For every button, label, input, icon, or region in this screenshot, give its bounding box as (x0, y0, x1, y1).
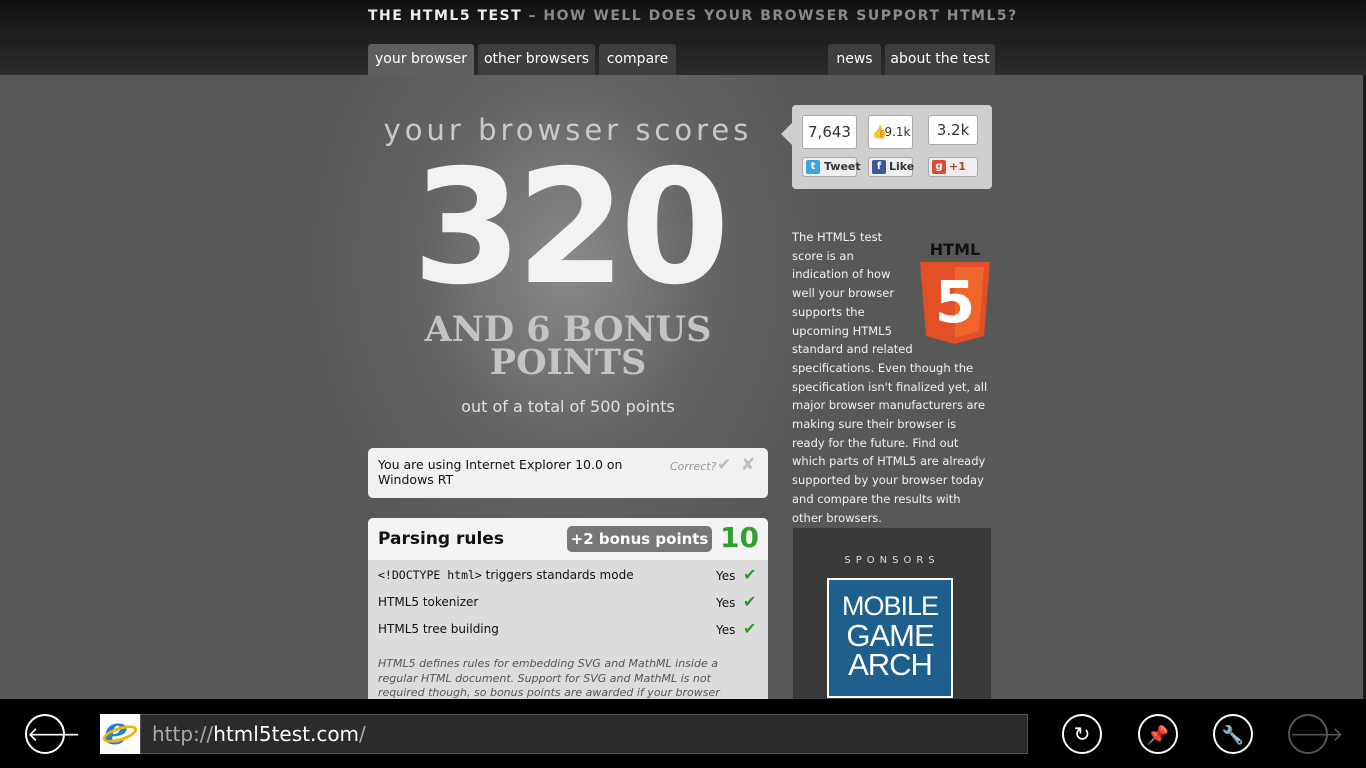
facebook-icon: f (872, 160, 886, 174)
url-prefix: http:// (152, 722, 214, 746)
social-box-arrow (781, 123, 792, 145)
social-share-box: 7,643 t Tweet 👍 9.1k f Like 3.2k g +1 (792, 105, 992, 189)
bonus-points-text: AND 6 BONUS POINTS (408, 312, 728, 383)
like-button[interactable]: f Like (868, 157, 915, 177)
check-icon: ✔ (743, 592, 757, 611)
bonus-line-2: POINTS (489, 342, 647, 383)
tab-news[interactable]: news (828, 44, 881, 75)
refresh-icon: ↻ (1073, 722, 1091, 746)
parsing-rules-header: Parsing rules +2 bonus points 10 (368, 518, 768, 560)
html5-logo-icon: HTML 5 (920, 240, 990, 344)
like-count: 👍 9.1k (868, 115, 913, 149)
table-row: HTML5 tree building Yes ✔ (368, 616, 768, 643)
feature-result: Yes (716, 569, 736, 583)
feature-name: <!DOCTYPE html> triggers standards mode (378, 568, 634, 582)
correct-label: Correct? (670, 460, 717, 473)
tweet-count: 7,643 (802, 115, 857, 149)
user-agent-text: You are using Internet Explorer 10.0 on … (378, 457, 623, 487)
parsing-rules-section: Parsing rules +2 bonus points 10 <!DOCTY… (368, 518, 768, 699)
site-title[interactable]: THE HTML5 TEST – HOW WELL DOES YOUR BROW… (368, 8, 1018, 24)
tweet-label: Tweet (824, 160, 861, 173)
feature-text: triggers standards mode (481, 568, 634, 582)
tab-compare[interactable]: compare (599, 44, 676, 75)
check-icon: ✔ (743, 565, 757, 584)
table-row: HTML5 tokenizer Yes ✔ (368, 589, 768, 616)
feature-name: HTML5 tokenizer (378, 595, 479, 609)
page-content: your browser scores 320 AND 6 BONUS POIN… (0, 75, 1366, 699)
parsing-score: 10 (720, 521, 759, 554)
sponsor-ad[interactable]: MOBILE GAME ARCH (827, 578, 953, 698)
tools-icon: 🔧 (1221, 725, 1245, 746)
back-button[interactable]: 🡐 (25, 714, 81, 754)
feature-result: Yes (716, 596, 736, 610)
plus-one-count: 3.2k (928, 115, 978, 145)
twitter-icon: t (806, 160, 820, 174)
refresh-button[interactable]: ↻ (1062, 714, 1102, 754)
thumbs-up-icon: 👍 (872, 125, 887, 139)
checkmark-icon[interactable]: ✔ (717, 455, 731, 475)
table-row: <!DOCTYPE html> triggers standards mode … (368, 562, 768, 589)
site-title-subtitle: – HOW WELL DOES YOUR BROWSER SUPPORT HTM… (528, 8, 1018, 24)
html5-logo-number: 5 (935, 268, 975, 336)
tab-your-browser[interactable]: your browser (368, 44, 474, 75)
sponsors-title: SPONSORS (844, 555, 940, 566)
tab-about-the-test[interactable]: about the test (885, 44, 995, 75)
feature-code: <!DOCTYPE html> (378, 568, 482, 582)
tweet-button[interactable]: t Tweet (802, 157, 861, 177)
pin-button[interactable]: 📌 (1138, 714, 1178, 754)
parsing-note: HTML5 defines rules for embedding SVG an… (378, 657, 720, 699)
site-header: THE HTML5 TEST – HOW WELL DOES YOUR BROW… (0, 0, 1366, 75)
forward-button[interactable]: 🡒 (1288, 714, 1344, 754)
pin-icon: 📌 (1146, 725, 1170, 746)
browser-app-bar: 🡐 e http://html5test.com/ ↻ 📌 🔧 🡒 (0, 699, 1366, 768)
sponsor-ad-line: ARCH (848, 647, 933, 682)
address-bar[interactable]: http://html5test.com/ (140, 714, 1028, 754)
sponsor-ad-line: MOBILE (841, 591, 939, 621)
check-icon: ✔ (743, 619, 757, 638)
plus-one-label: +1 (949, 160, 966, 173)
like-label: Like (889, 160, 915, 173)
tab-other-browsers[interactable]: other browsers (478, 44, 595, 75)
x-icon[interactable]: ✘ (741, 455, 755, 475)
plus-one-button[interactable]: g +1 (928, 157, 978, 177)
sponsors-section: SPONSORS MOBILE GAME ARCH (792, 527, 992, 699)
forward-icon: 🡒 (1290, 722, 1344, 746)
sponsor-ad-line: GAME (846, 618, 934, 653)
url-suffix: / (359, 722, 366, 746)
site-title-main: THE HTML5 TEST (368, 8, 523, 24)
url-domain: html5test.com (213, 722, 360, 746)
back-icon: 🡐 (27, 722, 81, 746)
user-agent-box: You are using Internet Explorer 10.0 on … (368, 448, 768, 498)
sponsor-ad-text: MOBILE GAME ARCH (829, 580, 951, 696)
tools-button[interactable]: 🔧 (1213, 714, 1253, 754)
total-points: out of a total of 500 points (461, 397, 675, 416)
feature-name: HTML5 tree building (378, 622, 499, 636)
parsing-rules-title: Parsing rules (378, 529, 504, 549)
like-count-value: 9.1k (884, 125, 911, 139)
feature-result: Yes (716, 623, 736, 637)
internet-explorer-icon: e (100, 708, 140, 754)
bonus-points-badge: +2 bonus points (567, 526, 712, 552)
score-value: 320 (412, 136, 730, 320)
google-plus-icon: g (932, 160, 946, 174)
html5-logo-label: HTML (930, 240, 980, 259)
